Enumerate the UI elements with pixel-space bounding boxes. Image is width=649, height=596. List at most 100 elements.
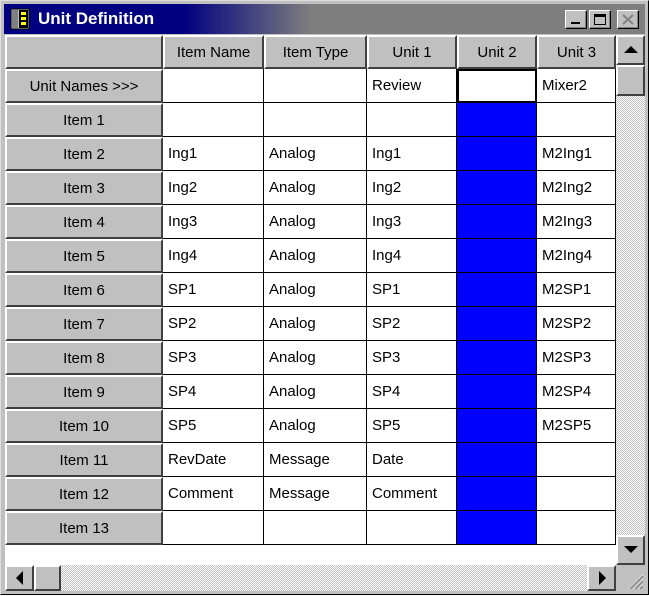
row-header-item-8[interactable]: Item 8 xyxy=(5,341,163,375)
unit-names-row-header[interactable]: Unit Names >>> xyxy=(5,69,163,103)
column-header-item-name[interactable]: Item Name xyxy=(163,35,264,69)
scroll-up-button[interactable] xyxy=(616,35,645,65)
horizontal-scroll-thumb[interactable] xyxy=(34,565,61,591)
unit-name-cell-unit-2[interactable] xyxy=(457,69,537,103)
table-cell-unit-1[interactable]: Ing2 xyxy=(367,171,457,205)
table-cell-unit-3[interactable]: M2SP5 xyxy=(537,409,616,443)
table-cell-unit-2[interactable] xyxy=(457,307,537,341)
title-bar[interactable]: Unit Definition xyxy=(4,4,645,34)
table-cell-item-name[interactable]: Ing1 xyxy=(163,137,264,171)
scroll-down-button[interactable] xyxy=(616,535,645,565)
column-header-unit-3[interactable]: Unit 3 xyxy=(537,35,616,69)
table-cell-item-type[interactable]: Analog xyxy=(264,341,367,375)
table-cell-unit-2[interactable] xyxy=(457,171,537,205)
table-cell-unit-2[interactable] xyxy=(457,205,537,239)
table-cell-unit-2[interactable] xyxy=(457,273,537,307)
column-header-unit-1[interactable]: Unit 1 xyxy=(367,35,457,69)
table-cell-unit-2[interactable] xyxy=(457,511,537,545)
row-header-item-3[interactable]: Item 3 xyxy=(5,171,163,205)
table-cell-unit-2[interactable] xyxy=(457,409,537,443)
table-cell-item-name[interactable]: SP3 xyxy=(163,341,264,375)
column-header-item-type[interactable]: Item Type xyxy=(264,35,367,69)
size-grip[interactable] xyxy=(616,565,645,591)
row-header-item-5[interactable]: Item 5 xyxy=(5,239,163,273)
row-header-item-9[interactable]: Item 9 xyxy=(5,375,163,409)
row-header-item-11[interactable]: Item 11 xyxy=(5,443,163,477)
unit-grid[interactable]: Item Name Item Type Unit 1 Unit 2 Unit 3… xyxy=(5,35,616,565)
vertical-scrollbar[interactable] xyxy=(616,35,645,565)
table-cell-unit-1[interactable]: Date xyxy=(367,443,457,477)
table-cell-unit-3[interactable] xyxy=(537,511,616,545)
table-cell-unit-2[interactable] xyxy=(457,103,537,137)
column-header-unit-2[interactable]: Unit 2 xyxy=(457,35,537,69)
table-cell-item-type[interactable]: Analog xyxy=(264,409,367,443)
table-cell-unit-2[interactable] xyxy=(457,477,537,511)
table-cell-item-name[interactable]: SP4 xyxy=(163,375,264,409)
table-cell-unit-3[interactable]: M2SP4 xyxy=(537,375,616,409)
table-cell-unit-1[interactable]: SP5 xyxy=(367,409,457,443)
close-button[interactable] xyxy=(617,10,639,29)
table-cell-unit-3[interactable]: M2SP3 xyxy=(537,341,616,375)
table-cell-item-type[interactable]: Analog xyxy=(264,307,367,341)
app-icon[interactable] xyxy=(10,8,30,30)
maximize-button[interactable] xyxy=(589,10,611,29)
unit-name-cell-item-name[interactable] xyxy=(163,69,264,103)
table-cell-unit-3[interactable] xyxy=(537,443,616,477)
table-cell-unit-2[interactable] xyxy=(457,443,537,477)
table-cell-item-type[interactable]: Analog xyxy=(264,239,367,273)
table-cell-unit-3[interactable]: M2SP2 xyxy=(537,307,616,341)
row-header-item-1[interactable]: Item 1 xyxy=(5,103,163,137)
unit-name-cell-item-type[interactable] xyxy=(264,69,367,103)
table-cell-item-name[interactable]: Ing3 xyxy=(163,205,264,239)
row-header-item-4[interactable]: Item 4 xyxy=(5,205,163,239)
table-cell-unit-3[interactable] xyxy=(537,103,616,137)
unit-name-cell-unit-3[interactable]: Mixer2 xyxy=(537,69,616,103)
table-cell-unit-3[interactable]: M2SP1 xyxy=(537,273,616,307)
table-cell-unit-3[interactable]: M2Ing1 xyxy=(537,137,616,171)
table-cell-item-type[interactable]: Message xyxy=(264,477,367,511)
vertical-scroll-thumb[interactable] xyxy=(616,65,645,96)
scroll-right-button[interactable] xyxy=(587,565,616,591)
table-cell-item-name[interactable]: RevDate xyxy=(163,443,264,477)
table-cell-unit-3[interactable]: M2Ing4 xyxy=(537,239,616,273)
table-cell-item-type[interactable] xyxy=(264,511,367,545)
table-cell-unit-1[interactable] xyxy=(367,511,457,545)
table-cell-item-name[interactable]: SP2 xyxy=(163,307,264,341)
table-cell-item-name[interactable]: Comment xyxy=(163,477,264,511)
row-header-item-13[interactable]: Item 13 xyxy=(5,511,163,545)
table-cell-item-type[interactable]: Analog xyxy=(264,375,367,409)
table-cell-unit-1[interactable]: SP4 xyxy=(367,375,457,409)
row-header-item-7[interactable]: Item 7 xyxy=(5,307,163,341)
table-cell-unit-1[interactable]: Ing3 xyxy=(367,205,457,239)
row-header-item-10[interactable]: Item 10 xyxy=(5,409,163,443)
table-cell-unit-1[interactable] xyxy=(367,103,457,137)
table-cell-unit-1[interactable]: SP1 xyxy=(367,273,457,307)
horizontal-scrollbar[interactable] xyxy=(5,565,616,591)
scroll-left-button[interactable] xyxy=(5,565,34,591)
table-cell-item-type[interactable] xyxy=(264,103,367,137)
table-cell-unit-3[interactable]: M2Ing3 xyxy=(537,205,616,239)
table-cell-item-name[interactable]: Ing4 xyxy=(163,239,264,273)
table-cell-unit-1[interactable]: Ing4 xyxy=(367,239,457,273)
table-cell-item-type[interactable]: Analog xyxy=(264,137,367,171)
minimize-button[interactable] xyxy=(565,10,587,29)
table-cell-unit-1[interactable]: Comment xyxy=(367,477,457,511)
unit-name-cell-unit-1[interactable]: Review xyxy=(367,69,457,103)
table-cell-item-name[interactable] xyxy=(163,511,264,545)
table-cell-unit-2[interactable] xyxy=(457,375,537,409)
table-cell-item-name[interactable] xyxy=(163,103,264,137)
row-header-item-2[interactable]: Item 2 xyxy=(5,137,163,171)
table-cell-item-name[interactable]: SP1 xyxy=(163,273,264,307)
table-cell-unit-3[interactable] xyxy=(537,477,616,511)
table-cell-unit-2[interactable] xyxy=(457,137,537,171)
row-header-item-12[interactable]: Item 12 xyxy=(5,477,163,511)
table-cell-unit-1[interactable]: SP2 xyxy=(367,307,457,341)
table-cell-unit-1[interactable]: SP3 xyxy=(367,341,457,375)
table-cell-item-type[interactable]: Analog xyxy=(264,171,367,205)
table-cell-unit-2[interactable] xyxy=(457,341,537,375)
table-cell-unit-3[interactable]: M2Ing2 xyxy=(537,171,616,205)
table-cell-unit-2[interactable] xyxy=(457,239,537,273)
table-cell-item-name[interactable]: SP5 xyxy=(163,409,264,443)
table-cell-item-type[interactable]: Analog xyxy=(264,205,367,239)
table-cell-item-type[interactable]: Message xyxy=(264,443,367,477)
